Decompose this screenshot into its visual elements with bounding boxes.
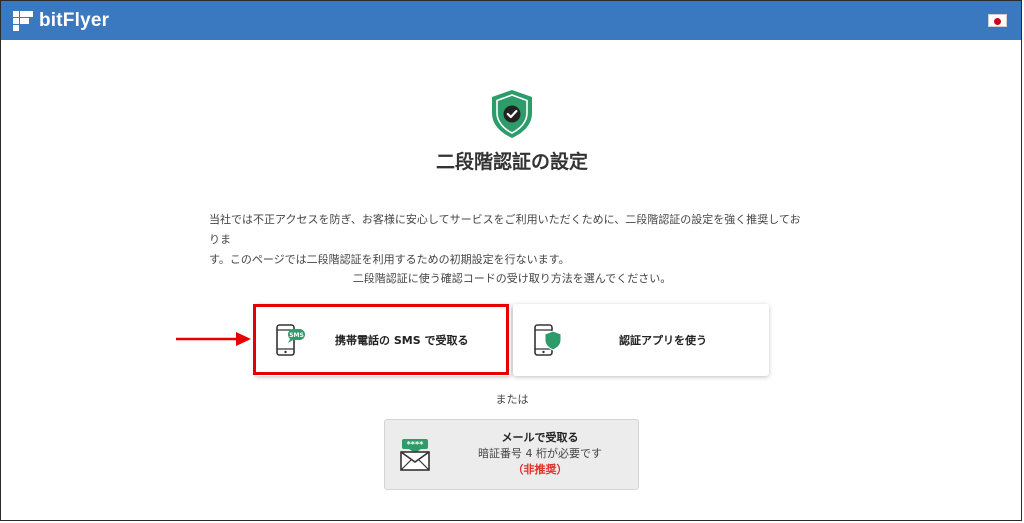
brand-logo[interactable]: bitFlyer	[13, 10, 109, 32]
top-navigation-bar: bitFlyer	[1, 1, 1021, 40]
authenticator-app-label: 認証アプリを使う	[619, 334, 707, 347]
envelope-icon: ****	[400, 439, 430, 471]
or-separator: または	[495, 393, 529, 406]
phone-shield-icon	[534, 324, 562, 356]
description-line-1: 当社では不正アクセスを防ぎ、お客様に安心してサービスをご利用いただくために、二段…	[209, 213, 801, 246]
pin-dots: ****	[407, 440, 425, 449]
email-option-subtitle: 暗証番号 4 桁が必要です	[478, 447, 602, 460]
brand-name: bitFlyer	[39, 10, 110, 31]
authenticator-app-option-button[interactable]: 認証アプリを使う	[513, 304, 769, 376]
shield-check-icon	[492, 90, 532, 138]
description-line-2: す。このページでは二段階認証を利用するための初期設定を行ないます。	[209, 253, 570, 266]
not-recommended-label: （非推奨）	[512, 463, 568, 476]
bitflyer-logo-icon	[13, 11, 33, 31]
instruction-text: 二段階認証に使う確認コードの受け取り方法を選んでください。	[352, 272, 672, 285]
japan-flag-icon[interactable]	[988, 14, 1007, 27]
email-option-title: メールで受取る	[501, 431, 579, 444]
email-option-text: メールで受取る 暗証番号 4 桁が必要です （非推奨）	[445, 430, 635, 478]
page-title: 二段階認証の設定	[435, 151, 588, 173]
selection-highlight-box	[253, 304, 509, 375]
description: 当社では不正アクセスを防ぎ、お客様に安心してサービスをご利用いただくために、二段…	[209, 210, 809, 270]
pointer-arrow	[176, 331, 252, 350]
email-option-button[interactable]: **** メールで受取る 暗証番号 4 桁が必要です （非推奨）	[384, 419, 639, 490]
